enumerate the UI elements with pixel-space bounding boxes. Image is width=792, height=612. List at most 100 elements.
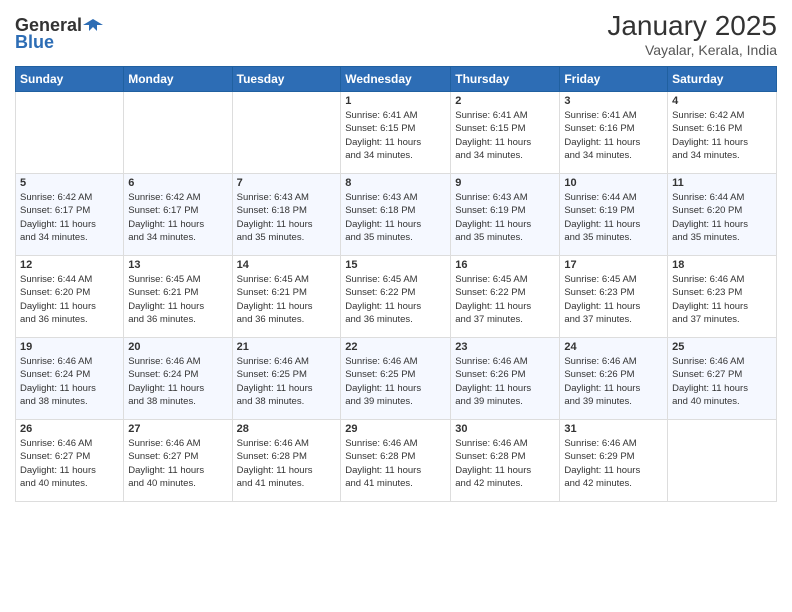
logo: General Blue [15,15,104,53]
day-info-line: and 42 minutes. [455,478,523,489]
day-info: Sunrise: 6:46 AMSunset: 6:28 PMDaylight:… [455,437,555,490]
day-info-line: Sunset: 6:17 PM [128,205,198,216]
day-info-line: Daylight: 11 hours [128,383,204,394]
day-info-line: Daylight: 11 hours [455,219,531,230]
day-info-line: Sunset: 6:25 PM [237,369,307,380]
day-info-line: Sunset: 6:22 PM [345,287,415,298]
day-info-line: Sunrise: 6:43 AM [237,192,309,203]
day-info: Sunrise: 6:46 AMSunset: 6:24 PMDaylight:… [20,355,119,408]
day-info-line: Sunrise: 6:45 AM [564,274,636,285]
day-info: Sunrise: 6:44 AMSunset: 6:19 PMDaylight:… [564,191,663,244]
calendar-cell: 23Sunrise: 6:46 AMSunset: 6:26 PMDayligh… [451,338,560,420]
day-info-line: and 40 minutes. [672,396,740,407]
week-row-3: 12 Sunrise: 6:44 AMSunset: 6:20 PMDayligh… [16,256,777,338]
day-info-line: Sunset: 6:28 PM [345,451,415,462]
weekday-header-row: Sunday Monday Tuesday Wednesday Thursday… [16,67,777,92]
day-info-line: Sunrise: 6:43 AM [345,192,417,203]
day-info-line: Sunrise: 6:44 AM [564,192,636,203]
day-info-line: Sunrise: 6:46 AM [672,274,744,285]
day-info-line: Sunrise: 6:46 AM [20,356,92,367]
day-info: Sunrise: 6:46 AMSunset: 6:27 PMDaylight:… [20,437,119,490]
day-info-line: Sunset: 6:28 PM [455,451,525,462]
day-info-line: Sunrise: 6:42 AM [128,192,200,203]
day-info-line: and 34 minutes. [455,150,523,161]
day-info-line: and 34 minutes. [20,232,88,243]
day-info-line: Sunset: 6:16 PM [672,123,742,134]
day-info-line: Daylight: 11 hours [345,383,421,394]
day-info-line: Sunrise: 6:46 AM [564,438,636,449]
page: General Blue January 2025 Vayalar, Keral… [0,0,792,612]
day-info-line: Daylight: 11 hours [672,219,748,230]
calendar-cell: 2Sunrise: 6:41 AMSunset: 6:15 PMDaylight… [451,92,560,174]
day-info-line: Sunset: 6:26 PM [564,369,634,380]
day-info-line: Sunset: 6:27 PM [128,451,198,462]
header-tuesday: Tuesday [232,67,341,92]
calendar-cell: 29Sunrise: 6:46 AMSunset: 6:28 PMDayligh… [341,420,451,502]
day-info-line: Daylight: 11 hours [128,465,204,476]
day-info-line: Sunrise: 6:44 AM [672,192,744,203]
day-info: Sunrise: 6:46 AMSunset: 6:27 PMDaylight:… [672,355,772,408]
day-info-line: Sunrise: 6:46 AM [128,438,200,449]
day-info-line: Sunrise: 6:44 AM [20,274,92,285]
day-number: 18 [672,259,772,271]
day-info: Sunrise: 6:45 AMSunset: 6:21 PMDaylight:… [128,273,227,326]
calendar-cell: 6Sunrise: 6:42 AMSunset: 6:17 PMDaylight… [124,174,232,256]
day-info: Sunrise: 6:45 AMSunset: 6:21 PMDaylight:… [237,273,337,326]
day-info: Sunrise: 6:44 AMSunset: 6:20 PMDaylight:… [20,273,119,326]
day-info-line: and 42 minutes. [564,478,632,489]
day-info-line: Sunset: 6:21 PM [128,287,198,298]
day-info: Sunrise: 6:46 AM Sunset: 6:27 PM Daylight:… [128,437,227,490]
day-info-line: and 40 minutes. [20,478,88,489]
day-info: Sunrise: 6:43 AMSunset: 6:19 PMDaylight:… [455,191,555,244]
day-info-line: Sunrise: 6:41 AM [345,110,417,121]
day-info-line: and 36 minutes. [20,314,88,325]
day-info: Sunrise: 6:46 AMSunset: 6:26 PMDaylight:… [455,355,555,408]
day-info-line: Daylight: 11 hours [345,137,421,148]
day-number: 2 [455,95,555,107]
day-info-line: and 37 minutes. [455,314,523,325]
day-info: Sunrise: 6:41 AMSunset: 6:15 PMDaylight:… [345,109,446,162]
day-number: 31 [564,423,663,435]
day-info-line: and 37 minutes. [672,314,740,325]
day-info-line: Sunset: 6:27 PM [20,451,90,462]
day-number: 26 [20,423,119,435]
day-info: Sunrise: 6:44 AMSunset: 6:20 PMDaylight:… [672,191,772,244]
day-info-line: Sunrise: 6:46 AM [20,438,92,449]
day-info-line: Daylight: 11 hours [564,465,640,476]
calendar-cell: 24Sunrise: 6:46 AMSunset: 6:26 PMDayligh… [560,338,668,420]
day-info: Sunrise: 6:45 AMSunset: 6:22 PMDaylight:… [455,273,555,326]
header-monday: Monday [124,67,232,92]
day-info-line: and 39 minutes. [455,396,523,407]
day-info-line: and 34 minutes. [564,150,632,161]
calendar-subtitle: Vayalar, Kerala, India [607,42,777,58]
day-number: 22 [345,341,446,353]
day-info-line: Daylight: 11 hours [455,301,531,312]
day-info: Sunrise: 6:42 AMSunset: 6:16 PMDaylight:… [672,109,772,162]
day-number: 29 [345,423,446,435]
day-info: Sunrise: 6:43 AMSunset: 6:18 PMDaylight:… [345,191,446,244]
calendar-cell: 17Sunrise: 6:45 AMSunset: 6:23 PMDayligh… [560,256,668,338]
day-info-line: Sunrise: 6:46 AM [128,356,200,367]
day-info-line: Sunrise: 6:46 AM [455,356,527,367]
day-info-line: Sunset: 6:23 PM [564,287,634,298]
day-info-line: Sunrise: 6:41 AM [564,110,636,121]
calendar-cell: 26Sunrise: 6:46 AMSunset: 6:27 PMDayligh… [16,420,124,502]
day-number: 8 [345,177,446,189]
day-number: 14 [237,259,337,271]
day-info: Sunrise: 6:46 AM Sunset: 6:29 PM Daylight:… [564,437,663,490]
day-number: 10 [564,177,663,189]
day-info-line: and 34 minutes. [345,150,413,161]
day-number: 12 [20,259,119,271]
day-info-line: Sunrise: 6:46 AM [345,438,417,449]
day-info: Sunrise: 6:42 AMSunset: 6:17 PMDaylight:… [20,191,119,244]
day-number: 15 [345,259,446,271]
day-info-line: Sunrise: 6:45 AM [455,274,527,285]
day-info-line: Sunset: 6:24 PM [128,369,198,380]
day-info-line: Sunset: 6:29 PM [564,451,634,462]
day-info-line: Daylight: 11 hours [345,301,421,312]
week-row-1: 1Sunrise: 6:41 AMSunset: 6:15 PMDaylight… [16,92,777,174]
day-info: Sunrise: 6:42 AMSunset: 6:17 PMDaylight:… [128,191,227,244]
calendar-cell: 8 Sunrise: 6:43 AMSunset: 6:18 PMDaylight… [341,174,451,256]
day-info-line: and 34 minutes. [672,150,740,161]
week-row-2: 5Sunrise: 6:42 AMSunset: 6:17 PMDaylight… [16,174,777,256]
